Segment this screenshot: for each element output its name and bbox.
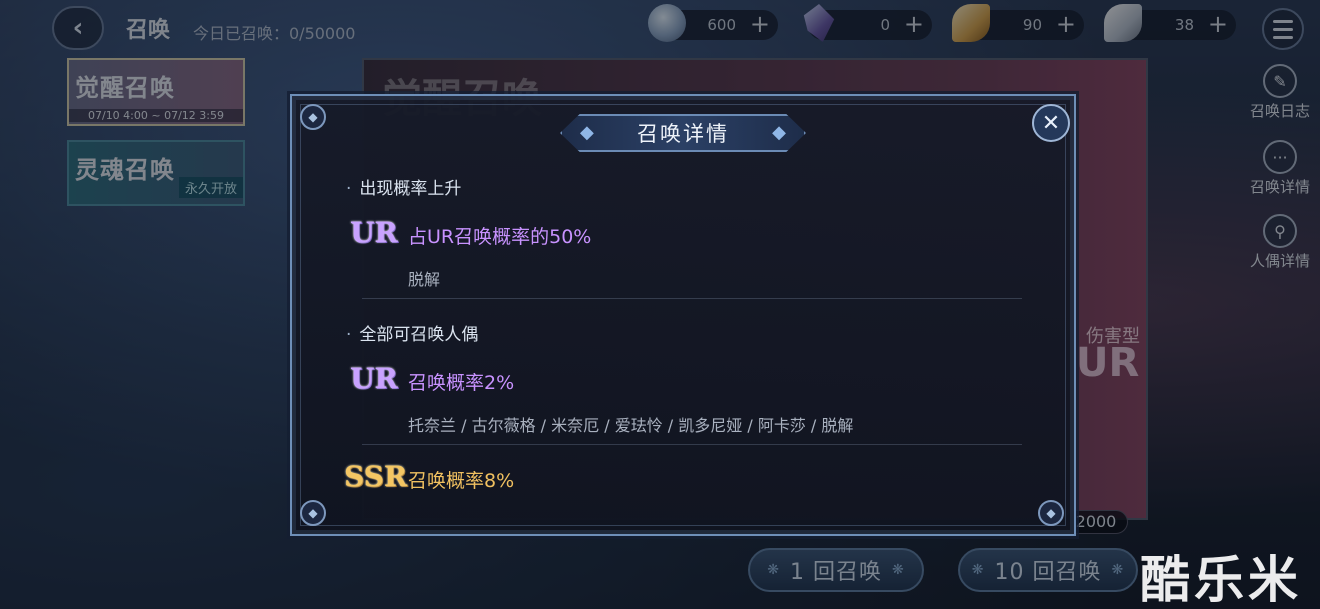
diamond-deco-icon: ◆	[772, 122, 786, 143]
close-button[interactable]: ✕	[1032, 104, 1070, 142]
ur-character-list: 托奈兰 / 古尔薇格 / 米奈厄 / 爱珐怜 / 凯多尼娅 / 阿卡莎 / 脱解	[408, 416, 854, 435]
section-heading-all: · 全部可召唤人偶	[346, 325, 479, 345]
ur-rate-text: 召唤概率2%	[408, 372, 515, 394]
ur-rarity-badge: UR	[350, 216, 398, 249]
rateup-character-list: 脱解	[408, 270, 441, 289]
divider	[362, 298, 1022, 299]
corner-ornament-icon: ◆	[300, 500, 326, 526]
divider	[362, 444, 1022, 445]
close-x-icon: ✕	[1041, 110, 1061, 136]
watermark: 酷乐米	[1140, 551, 1302, 609]
dialog-title-bar: ◆ 召唤详情 ◆	[560, 114, 806, 152]
diamond-deco-icon: ◆	[580, 122, 594, 143]
rateup-rate-text: 占UR召唤概率的50%	[408, 226, 592, 248]
ssr-rate-text: 召唤概率8%	[408, 470, 515, 492]
corner-ornament-icon: ◆	[300, 104, 326, 130]
ssr-rarity-badge: SSR	[344, 460, 408, 493]
section-heading-rateup: · 出现概率上升	[346, 179, 462, 199]
summon-details-dialog: ◆ ◆ ◆ ◆ 召唤详情 ◆ ✕ · 出现概率上升 UR 占UR召唤概率的50% …	[290, 94, 1076, 536]
corner-ornament-icon: ◆	[1038, 500, 1064, 526]
ur-rarity-badge: UR	[350, 362, 398, 395]
dialog-title: 召唤详情	[637, 122, 729, 146]
